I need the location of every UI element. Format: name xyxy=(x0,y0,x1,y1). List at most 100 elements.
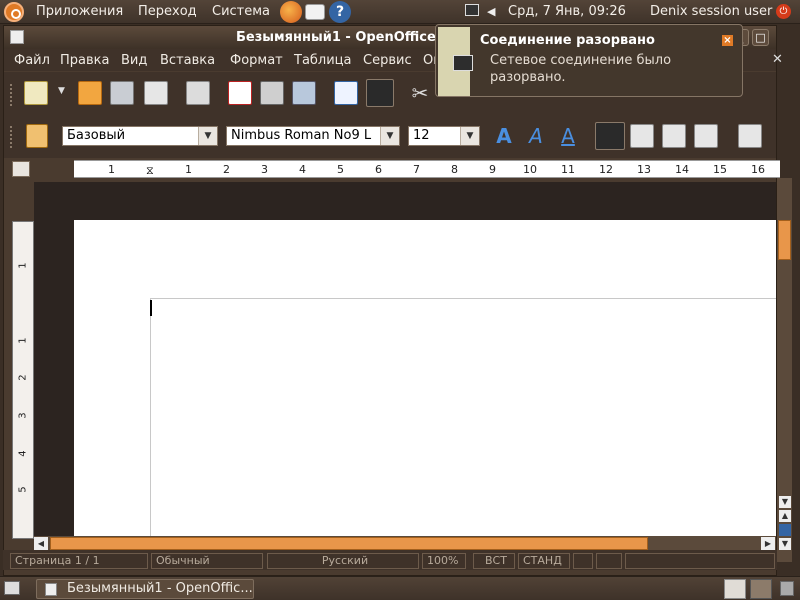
font-size-select[interactable]: 12 ▼ xyxy=(408,126,480,146)
session-user[interactable]: Denix session user xyxy=(650,4,772,19)
trash-icon[interactable] xyxy=(780,581,794,596)
paragraph-style-select[interactable]: Базовый ▼ xyxy=(62,126,218,146)
status-zoom[interactable]: 100% xyxy=(422,553,466,569)
status-modified[interactable] xyxy=(573,553,593,569)
print-icon[interactable] xyxy=(260,81,284,105)
align-center-icon[interactable] xyxy=(630,124,654,148)
document-icon xyxy=(45,583,57,596)
scroll-left-icon[interactable]: ◀ xyxy=(34,537,48,550)
chevron-down-icon[interactable]: ▼ xyxy=(460,127,479,145)
spellcheck-icon[interactable] xyxy=(334,81,358,105)
vertical-scrollbar[interactable]: ▼ ▲ ▼ xyxy=(776,178,792,562)
menu-tools[interactable]: Сервис xyxy=(363,53,412,68)
scroll-down-icon[interactable]: ▼ xyxy=(779,496,791,508)
top-panel: Приложения Переход Система ? ◀ Срд, 7 Ян… xyxy=(0,0,800,24)
status-insert-mode[interactable]: ВСТ xyxy=(473,553,515,569)
close-icon[interactable]: × xyxy=(722,35,733,46)
notification-bubble[interactable]: Соединение разорвано Сетевое соединение … xyxy=(435,24,743,97)
menu-file[interactable]: Файл xyxy=(14,53,50,68)
network-icon[interactable] xyxy=(465,4,479,16)
ubuntu-logo-icon[interactable] xyxy=(4,2,24,22)
autospellcheck-icon[interactable] xyxy=(366,79,394,107)
horizontal-scrollbar[interactable]: ◀ ▶ xyxy=(34,536,776,551)
align-right-icon[interactable] xyxy=(662,124,686,148)
status-page[interactable]: Страница 1 / 1 xyxy=(10,553,148,569)
ruler-number: 6 xyxy=(375,163,382,176)
status-selection-mode[interactable]: СТАНД xyxy=(518,553,570,569)
status-language[interactable]: Русский xyxy=(267,553,419,569)
writer-window: Безымянный1 - OpenOffice _ □ Файл Правка… xyxy=(3,25,792,576)
cut-icon[interactable]: ✂ xyxy=(408,81,432,105)
open-folder-icon[interactable] xyxy=(78,81,102,105)
app-icon[interactable] xyxy=(10,30,24,44)
menu-table[interactable]: Таблица xyxy=(294,53,352,68)
chevron-down-icon[interactable]: ▼ xyxy=(380,127,399,145)
paragraph-style-value: Базовый xyxy=(67,128,126,143)
ruler-number: 5 xyxy=(17,486,29,493)
help-icon[interactable]: ? xyxy=(329,1,351,23)
numbering-icon[interactable] xyxy=(738,124,762,148)
menu-format[interactable]: Формат xyxy=(230,53,283,68)
mail-icon[interactable] xyxy=(305,4,325,20)
italic-icon[interactable]: A xyxy=(524,124,548,148)
vertical-ruler[interactable]: 1 1 2 3 4 5 xyxy=(12,221,34,539)
font-name-select[interactable]: Nimbus Roman No9 L ▼ xyxy=(226,126,400,146)
styles-icon[interactable] xyxy=(26,124,48,148)
save-icon[interactable] xyxy=(110,81,134,105)
desktop: Приложения Переход Система ? ◀ Срд, 7 Ян… xyxy=(0,0,800,600)
ruler-number: 5 xyxy=(337,163,344,176)
next-page-icon[interactable]: ▼ xyxy=(779,538,791,550)
scroll-thumb[interactable] xyxy=(778,220,791,260)
maximize-button[interactable]: □ xyxy=(752,29,769,46)
menu-edit[interactable]: Правка xyxy=(60,53,109,68)
ruler-number: 11 xyxy=(561,163,575,176)
document-area xyxy=(34,182,778,556)
ruler-number: 9 xyxy=(489,163,496,176)
workspace-switcher[interactable] xyxy=(724,579,746,599)
show-desktop-icon[interactable] xyxy=(4,581,20,595)
power-icon[interactable]: ⏻ xyxy=(776,4,791,19)
menu-insert[interactable]: Вставка xyxy=(160,53,215,68)
text-cursor[interactable] xyxy=(150,300,152,316)
ruler-number: 8 xyxy=(451,163,458,176)
menu-applications[interactable]: Приложения xyxy=(36,4,123,19)
align-left-icon[interactable] xyxy=(595,122,625,150)
workspace-switcher[interactable] xyxy=(750,579,772,599)
export-pdf-icon[interactable] xyxy=(228,81,252,105)
document-page[interactable] xyxy=(74,220,778,556)
close-document-icon[interactable]: ✕ xyxy=(772,52,783,67)
toolbar-grip[interactable] xyxy=(10,126,14,148)
volume-icon[interactable]: ◀ xyxy=(487,5,497,18)
taskbar-item-writer[interactable]: Безымянный1 - OpenOffic... xyxy=(36,579,254,599)
firefox-icon[interactable] xyxy=(280,1,302,23)
ruler-number: 1 xyxy=(17,337,29,344)
bold-icon[interactable]: A xyxy=(492,124,516,148)
status-signature[interactable] xyxy=(596,553,622,569)
ruler-number: 7 xyxy=(413,163,420,176)
scroll-right-icon[interactable]: ▶ xyxy=(761,537,775,550)
print-preview-icon[interactable] xyxy=(292,81,316,105)
chevron-down-icon[interactable]: ▼ xyxy=(58,86,65,96)
text-boundary-line xyxy=(150,298,778,299)
chevron-down-icon[interactable]: ▼ xyxy=(198,127,217,145)
indent-marker-icon[interactable]: ⧖ xyxy=(146,164,154,178)
justify-icon[interactable] xyxy=(694,124,718,148)
toolbar-grip[interactable] xyxy=(10,84,14,106)
menu-view[interactable]: Вид xyxy=(121,53,147,68)
clock[interactable]: Срд, 7 Янв, 09:26 xyxy=(508,4,626,19)
status-page-style[interactable]: Обычный xyxy=(151,553,263,569)
previous-page-icon[interactable]: ▲ xyxy=(779,510,791,522)
new-document-icon[interactable] xyxy=(24,81,48,105)
navigator-icon[interactable] xyxy=(779,524,791,536)
underline-icon[interactable]: A xyxy=(556,124,580,148)
ruler-tab-selector[interactable] xyxy=(12,161,30,177)
ruler-number: 4 xyxy=(299,163,306,176)
ruler-number: 2 xyxy=(223,163,230,176)
text-boundary-line xyxy=(150,298,151,556)
scroll-thumb[interactable] xyxy=(50,537,648,550)
menu-places[interactable]: Переход xyxy=(138,4,197,19)
menu-system[interactable]: Система xyxy=(212,4,270,19)
email-icon[interactable] xyxy=(144,81,168,105)
horizontal-ruler[interactable]: 1 ⧖ 1 2 3 4 5 6 7 8 9 10 11 12 13 14 15 … xyxy=(74,160,780,178)
edit-file-icon[interactable] xyxy=(186,81,210,105)
